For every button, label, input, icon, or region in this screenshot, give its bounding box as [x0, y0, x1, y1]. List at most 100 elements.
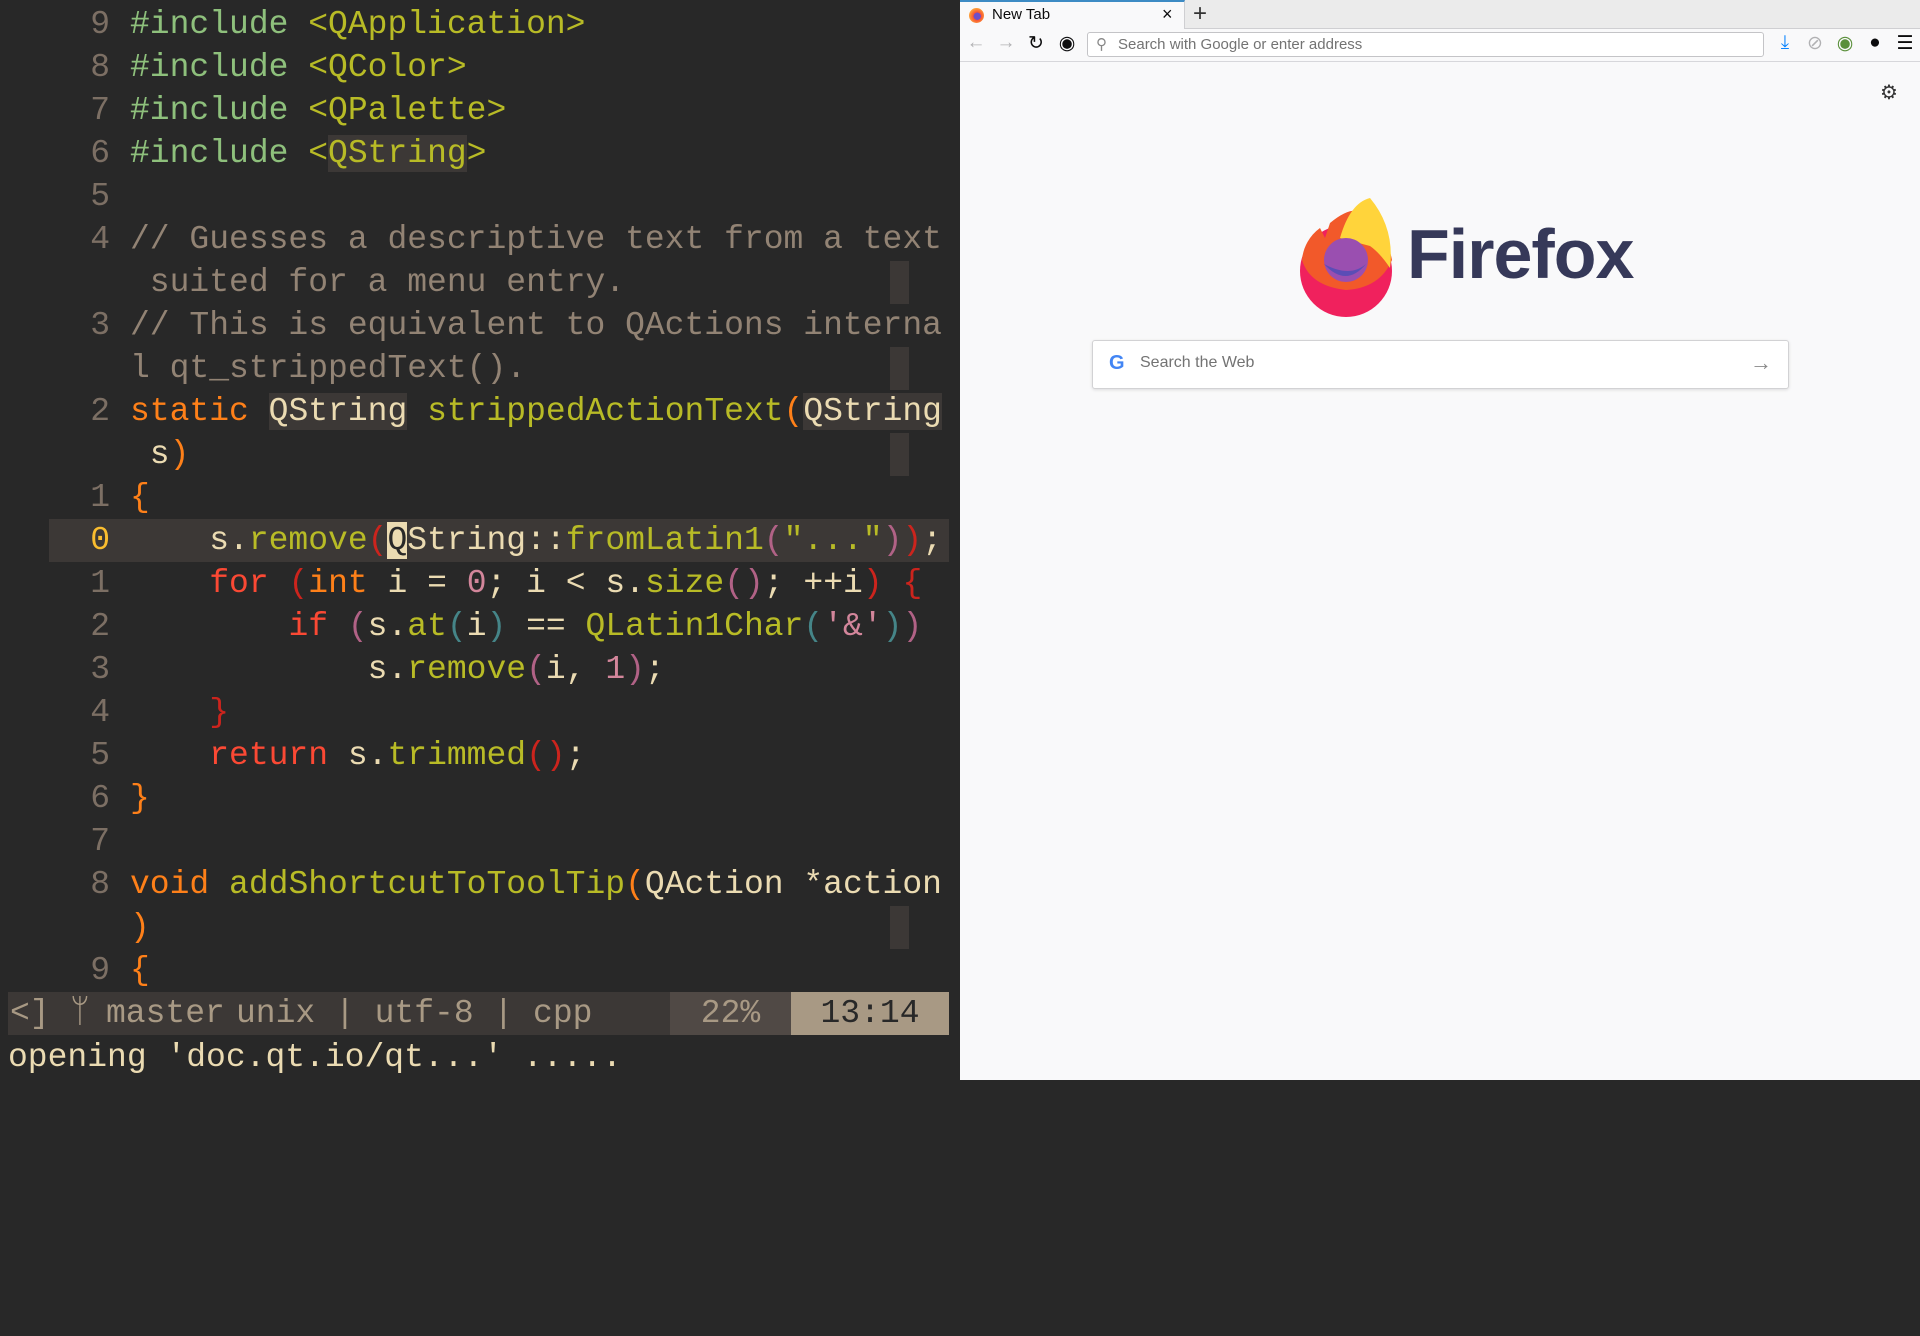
code-line[interactable]: 1 for (int i = 0; i < s.size(); ++i) { — [0, 562, 960, 605]
forward-icon[interactable]: → — [994, 32, 1018, 54]
code-line[interactable]: 5 return s.trimmed(); — [0, 734, 960, 777]
code-line[interactable]: 4 } — [0, 691, 960, 734]
code-token: 0 — [466, 565, 487, 602]
code-line[interactable]: 3 // This is equivalent to QActions inter… — [0, 304, 960, 347]
wrapped-code-line[interactable]: ) — [0, 906, 960, 949]
code-line[interactable]: 2 if (s.at(i) == QLatin1Char('&')) — [0, 605, 960, 648]
block-icon[interactable]: ⊘ — [1803, 32, 1827, 55]
address-bar[interactable]: ⚲ Search with Google or enter address — [1087, 32, 1764, 57]
code-token: 1 — [605, 651, 626, 688]
code-token: return — [209, 737, 329, 774]
code-line[interactable]: 3 s.remove(i, 1); — [0, 648, 960, 691]
code-token: QString — [328, 135, 467, 172]
line-number: 5 — [90, 178, 110, 215]
wrapped-code-line[interactable]: s) — [0, 433, 960, 476]
code-token: void — [130, 866, 210, 903]
code-line[interactable]: 5 — [0, 175, 960, 218]
line-number: 9 — [90, 6, 110, 43]
code-token: s — [130, 436, 170, 473]
new-tab-button[interactable]: + — [1193, 0, 1207, 28]
dark-mode-icon[interactable]: ● — [1863, 32, 1887, 54]
code-text: s.remove(QString::fromLatin1("...")); — [130, 519, 942, 562]
code-token: ) — [902, 522, 923, 559]
current-code-line[interactable]: 0 s.remove(QString::fromLatin1("...")); — [0, 519, 960, 562]
code-token: suited for a menu entry. — [130, 264, 626, 301]
code-token: ( — [783, 393, 804, 430]
code-text: return s.trimmed(); — [130, 734, 585, 777]
wrapped-code-line[interactable]: l qt_strippedText(). — [0, 347, 960, 390]
code-token: #include — [130, 49, 309, 86]
code-text: } — [130, 777, 150, 820]
code-line[interactable]: 1{ — [0, 476, 960, 519]
code-text: ) — [130, 906, 150, 949]
code-token: strippedActionText — [427, 393, 784, 430]
code-text: #include <QString> — [130, 132, 486, 175]
code-token: > — [466, 135, 487, 172]
code-token: '&' — [823, 608, 883, 645]
code-line[interactable]: 8 void addShortcutToToolTip(QAction *acti… — [0, 863, 960, 906]
line-number: 1 — [90, 565, 110, 602]
code-line[interactable]: 9 #include <QApplication> — [0, 3, 960, 46]
code-line[interactable]: 6} — [0, 777, 960, 820]
status-left: <] — [10, 995, 50, 1032]
code-text: } — [130, 691, 229, 734]
wrapped-code-line[interactable]: suited for a menu entry. — [0, 261, 960, 304]
menu-icon[interactable]: ☰ — [1893, 32, 1917, 55]
line-number: 2 — [90, 393, 110, 430]
code-token: () — [526, 737, 566, 774]
code-line[interactable]: 6 #include <QString> — [0, 132, 960, 175]
code-token: s. — [367, 608, 408, 645]
code-text: #include <QApplication> — [130, 3, 585, 46]
code-token: <QPalette> — [308, 92, 507, 129]
code-token: static — [130, 393, 249, 430]
code-token: ( — [347, 608, 368, 645]
code-token: l qt_strippedText(). — [130, 350, 527, 387]
code-line[interactable]: 7 — [0, 820, 960, 863]
search-submit-arrow-icon[interactable]: → — [1750, 350, 1772, 376]
code-token: ) — [902, 608, 923, 645]
status-fileinfo: unix | utf-8 | cpp — [236, 995, 593, 1032]
line-number: 2 — [90, 608, 110, 645]
code-line[interactable]: 2 static QString strippedActionText(QStri… — [0, 390, 960, 433]
code-text: { — [130, 476, 150, 519]
status-branch: master — [106, 995, 225, 1032]
google-icon: G — [1109, 352, 1125, 374]
code-text: #include <QPalette> — [130, 89, 506, 132]
web-search-box[interactable]: G Search the Web → — [1092, 340, 1789, 389]
code-token: ; — [922, 522, 943, 559]
code-text: #include <QColor> — [130, 46, 467, 89]
code-token: { — [902, 565, 923, 602]
code-token: ( — [367, 522, 388, 559]
code-line[interactable]: 9{ — [0, 949, 960, 992]
code-token: i — [466, 608, 487, 645]
code-token: QAction *action — [644, 866, 942, 903]
code-token: remove — [248, 522, 368, 559]
firefox-wordmark: Firefox — [1407, 215, 1634, 293]
search-placeholder: Search the Web — [1140, 354, 1255, 371]
code-token: ) — [130, 909, 150, 946]
search-icon: ⚲ — [1096, 36, 1107, 53]
code-token: "..." — [783, 522, 883, 559]
close-tab-icon[interactable]: × — [1162, 4, 1173, 25]
navigation-toolbar: ← → ↻ ◉ ⚲ Search with Google or enter ad… — [960, 29, 1920, 62]
extension-icon[interactable]: ◉ — [1833, 32, 1857, 55]
back-icon[interactable]: ← — [964, 32, 988, 54]
tab-new-tab[interactable]: New Tab × — [960, 0, 1185, 29]
code-line[interactable]: 8 #include <QColor> — [0, 46, 960, 89]
code-token: ) — [486, 608, 507, 645]
code-line[interactable]: 4 // Guesses a descriptive text from a te… — [0, 218, 960, 261]
github-icon[interactable]: ◉ — [1055, 32, 1079, 55]
code-token: at — [407, 608, 447, 645]
settings-gear-icon[interactable]: ⚙ — [1880, 80, 1898, 105]
vim-editor[interactable]: 9 #include <QApplication> 8 #include <QColo… — [0, 0, 960, 1080]
text-cursor: Q — [387, 522, 408, 559]
code-token: } — [130, 780, 150, 817]
reload-icon[interactable]: ↻ — [1024, 32, 1048, 55]
code-line[interactable]: 7 #include <QPalette> — [0, 89, 960, 132]
download-icon[interactable]: ⤓ — [1773, 32, 1797, 54]
